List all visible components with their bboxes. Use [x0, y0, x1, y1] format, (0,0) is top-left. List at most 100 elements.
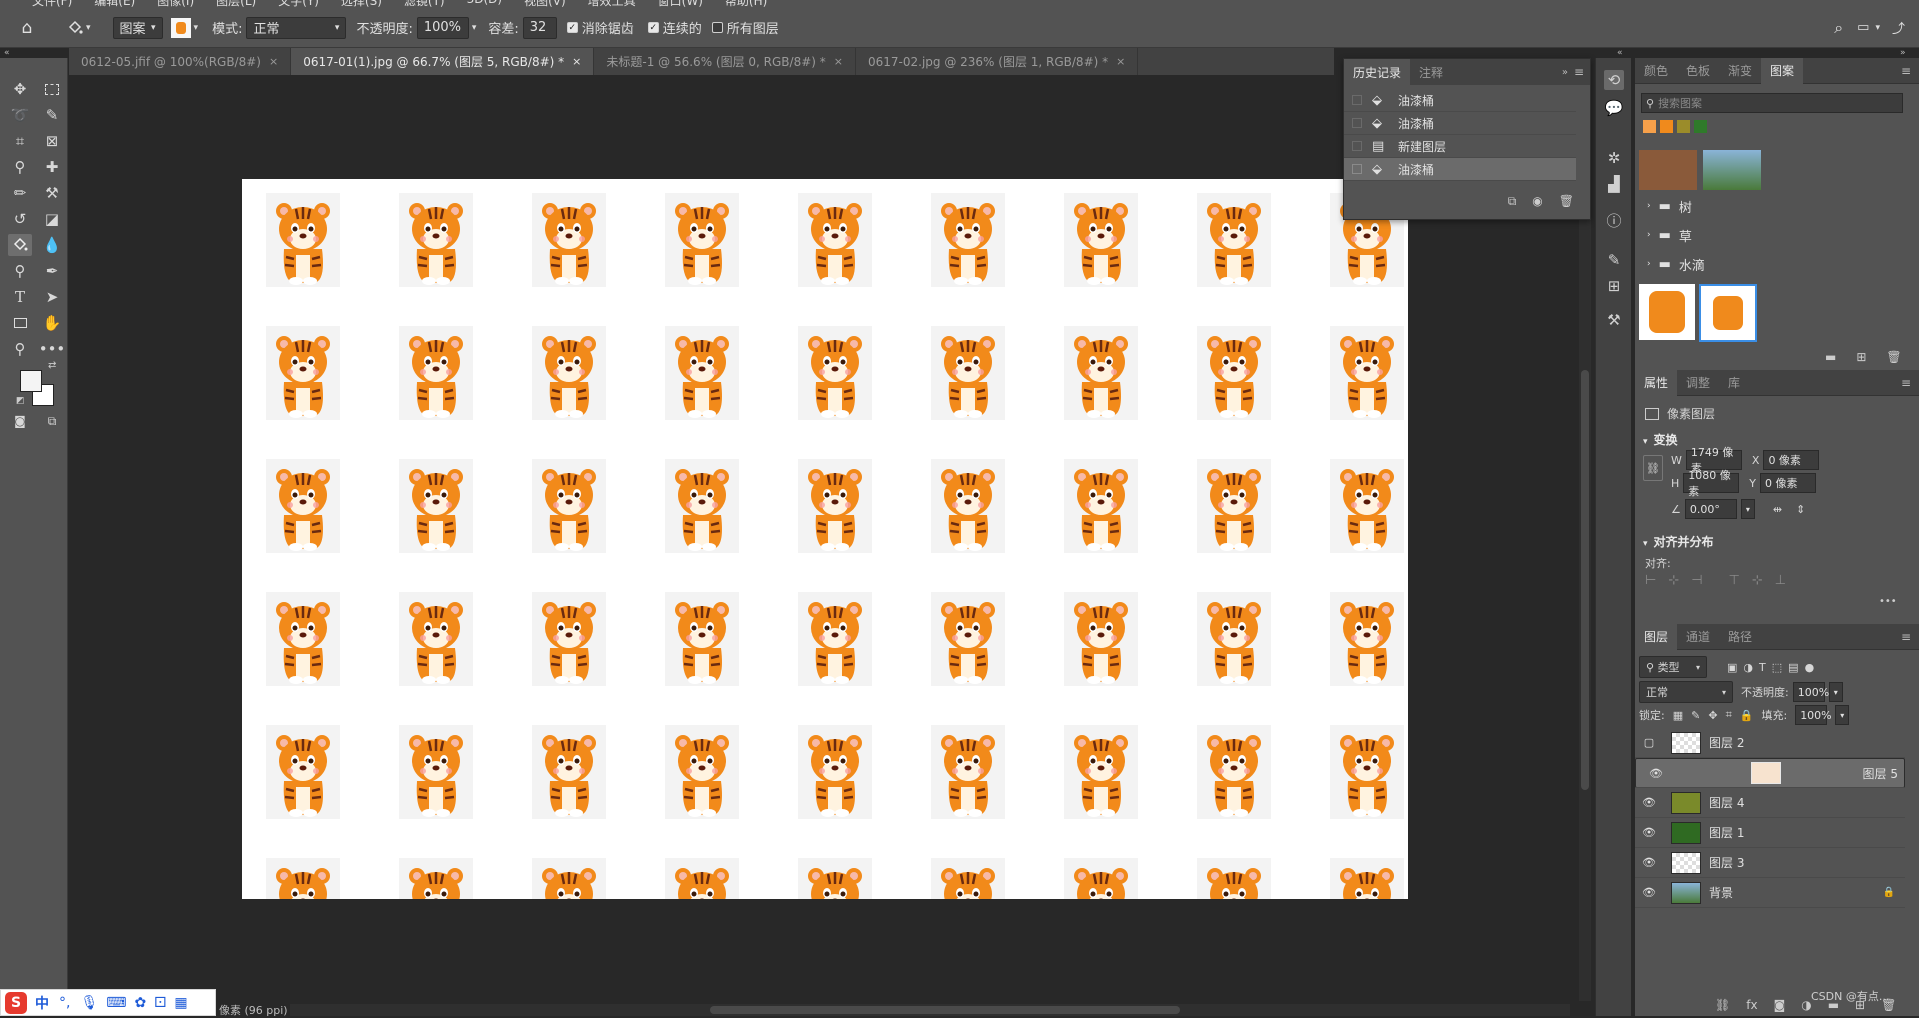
quick-select-tool-icon[interactable]: ✎	[40, 104, 64, 126]
tab-paths[interactable]: 路径	[1719, 624, 1761, 650]
pattern-thumb-face[interactable]	[1639, 150, 1697, 190]
eye-icon[interactable]: 👁	[1642, 767, 1670, 780]
layer-row[interactable]: ▢ 图层 2	[1635, 728, 1905, 758]
menu-3d[interactable]: 3D(D)	[467, 0, 502, 8]
pattern-picker-swatch[interactable]	[170, 17, 191, 38]
ime-mode-label[interactable]: 中	[35, 993, 49, 1013]
tolerance-input[interactable]: 32	[522, 16, 557, 39]
fill-source-select[interactable]: 图案 ▾	[112, 16, 163, 39]
eraser-tool-icon[interactable]: ◪	[40, 208, 64, 230]
eye-icon[interactable]: 👁	[1635, 886, 1663, 899]
eyedropper-tool-icon[interactable]: ⚲	[8, 156, 32, 178]
workspace-icon[interactable]: ▭	[1857, 16, 1869, 40]
pattern-folder-waterdrop[interactable]: › ▬ 水滴	[1647, 253, 1705, 275]
panel-menu-icon[interactable]: ≡	[1574, 65, 1584, 79]
history-item[interactable]: ⬙ 油漆桶	[1344, 89, 1576, 112]
close-icon[interactable]: ×	[1116, 55, 1125, 68]
zoom-tool-icon[interactable]: ⚲	[8, 338, 32, 360]
healing-brush-tool-icon[interactable]: ✚	[40, 156, 64, 178]
new-pattern-icon[interactable]: ⊞	[1856, 350, 1866, 364]
layer-row[interactable]: 👁 图层 4	[1635, 788, 1905, 818]
paint-bucket-preset-icon[interactable]: ▾	[66, 16, 91, 40]
pattern-thumb-tiger[interactable]	[1639, 284, 1695, 340]
mode-select[interactable]: 正常 ▾	[246, 16, 347, 39]
lock-artboard-icon[interactable]: ⌗	[1726, 708, 1732, 722]
height-input[interactable]: 1080 像素	[1683, 469, 1740, 498]
search-icon[interactable]: ⌕	[1834, 16, 1843, 40]
screen-mode-icon[interactable]: ⧉	[40, 410, 64, 432]
align-right-icon[interactable]: ⊣	[1691, 573, 1702, 588]
align-bottom-icon[interactable]: ⊥	[1775, 573, 1786, 588]
horizontal-scroll-thumb[interactable]	[710, 1006, 1180, 1014]
x-input[interactable]: 0 像素	[1763, 450, 1820, 470]
fill-input[interactable]: 100%	[1795, 705, 1832, 725]
blend-mode-select[interactable]: 正常 ▾	[1639, 681, 1733, 703]
close-icon[interactable]: ×	[269, 55, 278, 68]
lasso-tool-icon[interactable]: ➰	[8, 104, 32, 126]
filter-adjustment-icon[interactable]: ◑	[1743, 661, 1753, 674]
share-icon[interactable]: ⤴	[1892, 16, 1905, 40]
menu-layer[interactable]: 图层(L)	[216, 0, 256, 8]
layer-row[interactable]: 👁 图层 3	[1635, 848, 1905, 878]
fx-icon[interactable]: fx	[1746, 998, 1757, 1012]
toolbox-icon[interactable]: ▦	[174, 995, 187, 1011]
path-select-tool-icon[interactable]: ➤	[40, 286, 64, 308]
menu-help[interactable]: 帮助(H)	[725, 0, 767, 8]
pattern-thumb-landscape[interactable]	[1703, 150, 1761, 190]
snapshot-checkbox[interactable]	[1352, 118, 1362, 128]
layer-row-selected[interactable]: 👁 图层 5	[1635, 758, 1905, 788]
tab-doc-1[interactable]: 0612-05.jfif @ 100%(RGB/8#) ×	[69, 48, 292, 75]
menu-file[interactable]: 文件(F)	[32, 0, 72, 8]
pattern-folder-tree[interactable]: › ▬ 树	[1647, 195, 1692, 217]
lock-all-icon[interactable]: 🔒	[1740, 709, 1754, 722]
pattern-thumb[interactable]	[1677, 120, 1690, 133]
history-panel-icon[interactable]: ⟲	[1604, 70, 1624, 90]
tab-doc-4[interactable]: 0617-02.jpg @ 236% (图层 1, RGB/8#) * ×	[856, 48, 1139, 75]
flip-vertical-icon[interactable]: ⇕	[1796, 503, 1805, 516]
eye-icon[interactable]: 👁	[1635, 856, 1663, 869]
info-icon[interactable]: ⓘ	[1604, 210, 1624, 230]
document-canvas[interactable]	[242, 179, 1408, 899]
panel-menu-icon[interactable]: ≡	[1901, 630, 1911, 644]
menu-window[interactable]: 窗口(W)	[658, 0, 703, 8]
keyboard-icon[interactable]: ⌨	[106, 995, 126, 1011]
tab-patterns[interactable]: 图案	[1761, 57, 1804, 84]
close-icon[interactable]: ×	[572, 55, 581, 68]
align-top-icon[interactable]: ⊤	[1729, 573, 1740, 588]
all-layers-checkbox[interactable]: 所有图层	[711, 16, 779, 40]
rectangle-tool-icon[interactable]	[8, 312, 32, 334]
filter-shape-icon[interactable]: ⬚	[1772, 661, 1782, 674]
clone-source-icon[interactable]: ⚒	[1604, 310, 1624, 330]
eye-icon[interactable]: 👁	[1635, 796, 1663, 809]
visibility-off-icon[interactable]: ▢	[1635, 736, 1663, 749]
opacity-dropdown-icon[interactable]: ▾	[1828, 682, 1843, 702]
quick-mask-icon[interactable]: ◙	[8, 410, 32, 432]
tab-doc-2[interactable]: 0617-01(1).jpg @ 66.7% (图层 5, RGB/8#) * ×	[291, 48, 595, 75]
history-item-current[interactable]: ⬙ 油漆桶	[1344, 158, 1576, 181]
align-middle-v-icon[interactable]: ⊹	[1752, 573, 1763, 588]
snapshot-camera-icon[interactable]: ◉	[1532, 194, 1542, 209]
contiguous-checkbox[interactable]: ✓ 连续的	[647, 16, 702, 40]
skin-icon[interactable]: ✿	[134, 995, 146, 1011]
paint-bucket-tool-icon[interactable]	[8, 234, 32, 256]
pattern-thumb[interactable]	[1660, 120, 1673, 133]
flip-horizontal-icon[interactable]: ⇹	[1773, 503, 1782, 516]
collapse-panels-icon[interactable]: «	[1617, 48, 1623, 58]
antialias-checkbox[interactable]: ✓ 消除锯齿	[566, 16, 634, 40]
menu-filter[interactable]: 滤镜(T)	[404, 0, 445, 8]
tab-color[interactable]: 颜色	[1635, 58, 1677, 84]
vertical-scroll-thumb[interactable]	[1581, 370, 1589, 790]
tab-layers[interactable]: 图层	[1635, 623, 1678, 650]
filter-smart-object-icon[interactable]: ▤	[1788, 661, 1798, 674]
trash-icon[interactable]: 🗑	[1886, 350, 1901, 364]
layer-filter-select[interactable]: ⚲ 类型 ▾	[1639, 656, 1707, 678]
link-layers-icon[interactable]: ⛓	[1715, 998, 1730, 1012]
lock-position-icon[interactable]: ✥	[1708, 709, 1717, 722]
pattern-thumb-tiger-selected[interactable]	[1699, 284, 1757, 342]
tab-history[interactable]: 历史记录	[1344, 59, 1411, 85]
fill-dropdown-icon[interactable]: ▾	[1835, 705, 1850, 725]
eye-icon[interactable]: 👁	[1635, 826, 1663, 839]
tab-notes[interactable]: 注释	[1410, 59, 1452, 85]
history-item[interactable]: ▤ 新建图层	[1344, 135, 1576, 158]
brush-tool-icon[interactable]: ✏	[8, 182, 32, 204]
